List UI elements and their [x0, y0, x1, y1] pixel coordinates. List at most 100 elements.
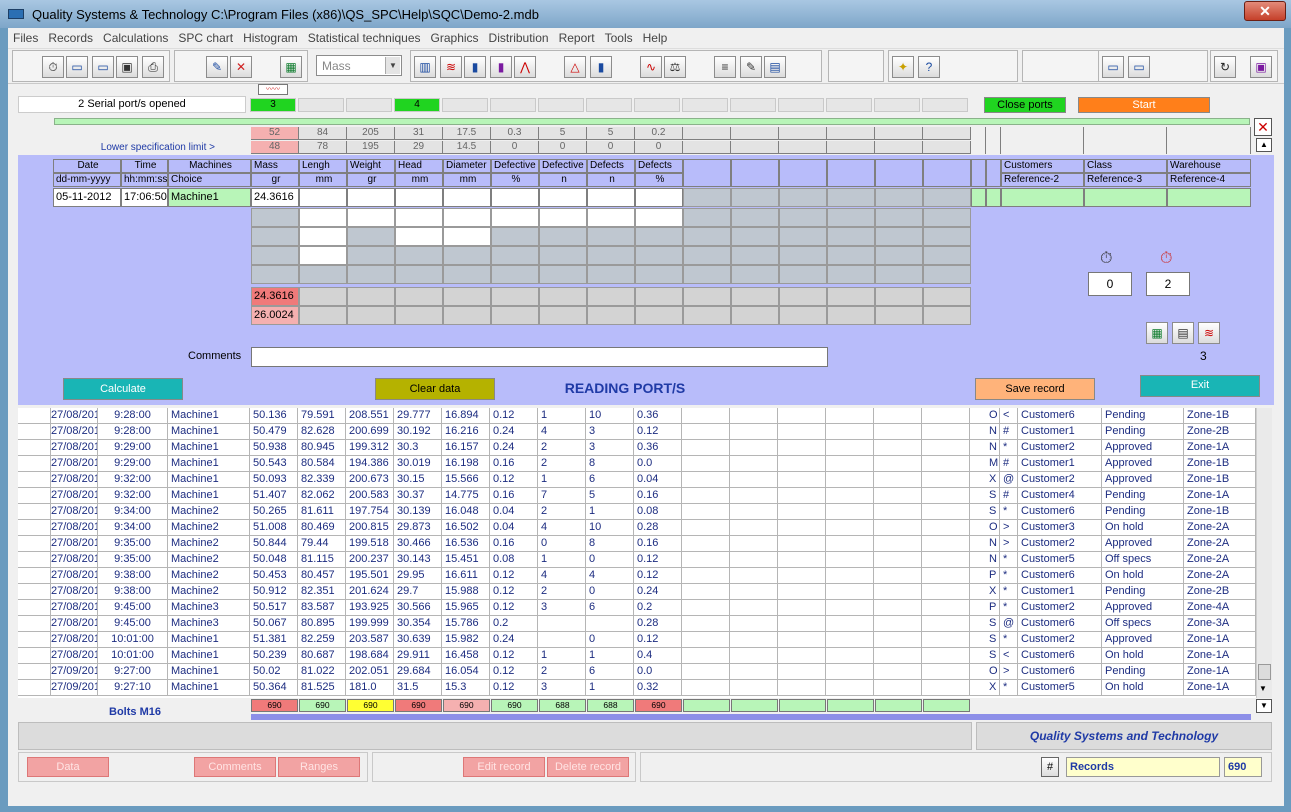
table-row[interactable]: 27/08/20119:34:00Machine251.00880.469200… — [18, 520, 1256, 536]
exit-button[interactable]: Exit — [1140, 375, 1260, 397]
report-icon[interactable]: ▤ — [764, 56, 786, 78]
control-chart-icon[interactable]: ≋ — [440, 56, 462, 78]
row-selector[interactable] — [18, 632, 51, 648]
menu-report[interactable]: Report — [554, 28, 600, 45]
measurement-input[interactable] — [347, 188, 395, 207]
row-selector[interactable] — [18, 424, 51, 440]
histogram-spec-icon[interactable]: ▮ — [490, 56, 512, 78]
measurement-input[interactable] — [443, 227, 491, 246]
measurement-input[interactable] — [395, 208, 443, 227]
row-selector[interactable] — [18, 520, 51, 536]
machine-select[interactable]: Machine1 — [168, 188, 251, 207]
time-field[interactable]: 17:06:50 — [121, 188, 168, 207]
menu-tools[interactable]: Tools — [600, 28, 638, 45]
delete-x-icon[interactable]: ✕ — [230, 56, 252, 78]
table-vertical-scrollbar[interactable]: ▼ — [1256, 408, 1272, 698]
measurement-input[interactable] — [491, 188, 539, 207]
row-selector[interactable] — [18, 536, 51, 552]
stopwatch-icon[interactable]: ⏱ — [42, 56, 64, 78]
lightbulb-icon[interactable]: ✦ — [892, 56, 914, 78]
measurement-input[interactable] — [443, 208, 491, 227]
start-button[interactable]: Start — [1078, 97, 1210, 113]
printer-icon[interactable]: ⎙ — [142, 56, 164, 78]
row-selector[interactable] — [18, 456, 51, 472]
menu-distribution[interactable]: Distribution — [484, 28, 554, 45]
bar-chart-icon[interactable]: ▮ — [590, 56, 612, 78]
collapse-up-icon[interactable]: ▲ — [1256, 138, 1272, 152]
measurement-input[interactable] — [635, 188, 683, 207]
clear-data-button[interactable]: Clear data — [375, 378, 495, 400]
menu-help[interactable]: Help — [638, 28, 673, 45]
table-row[interactable]: 27/08/20119:28:00Machine150.13679.591208… — [18, 408, 1256, 424]
row-selector[interactable] — [18, 648, 51, 664]
table-row[interactable]: 27/08/20119:28:00Machine150.47982.628200… — [18, 424, 1256, 440]
row-selector[interactable] — [18, 616, 51, 632]
row-selector[interactable] — [18, 584, 51, 600]
comments-input[interactable] — [251, 347, 828, 367]
row-selector[interactable] — [18, 408, 51, 424]
table-row[interactable]: 27/08/20119:38:00Machine250.45380.457195… — [18, 568, 1256, 584]
reference-input[interactable] — [986, 188, 1001, 207]
date-field[interactable]: 05-11-2012 — [53, 188, 121, 207]
serial-port-icon[interactable]: ▭ — [66, 56, 88, 78]
table-row[interactable]: 27/08/20119:29:00Machine150.54380.584194… — [18, 456, 1256, 472]
table-row[interactable]: 27/08/20119:32:00Machine150.09382.339200… — [18, 472, 1256, 488]
window-close-button[interactable]: ✕ — [1244, 1, 1286, 21]
table-row[interactable]: 27/08/20119:35:00Machine250.84479.44199.… — [18, 536, 1256, 552]
timer-1-field[interactable]: 0 — [1088, 272, 1132, 296]
measurement-input[interactable] — [299, 188, 347, 207]
measurement-input[interactable] — [539, 208, 587, 227]
data-button[interactable]: Data — [27, 757, 109, 777]
monitor-icon[interactable]: ▭ — [1102, 56, 1124, 78]
normal-curve-icon[interactable]: ⋀ — [514, 56, 536, 78]
row-selector[interactable] — [18, 504, 51, 520]
table-row[interactable]: 27/08/20119:38:00Machine250.91282.351201… — [18, 584, 1256, 600]
chart-settings-icon[interactable]: ≡ — [714, 56, 736, 78]
row-selector[interactable] — [18, 664, 51, 680]
measurement-input[interactable] — [587, 188, 635, 207]
reference-input[interactable] — [1084, 188, 1167, 207]
menu-records[interactable]: Records — [43, 28, 98, 45]
row-selector[interactable] — [18, 440, 51, 456]
chart-lines-icon[interactable]: ≋ — [1198, 322, 1220, 344]
panel-close-icon[interactable]: ✕ — [1254, 118, 1272, 136]
menu-spc-chart[interactable]: SPC chart — [173, 28, 238, 45]
exit-app-icon[interactable]: ▣ — [1250, 56, 1272, 78]
measurement-input[interactable] — [539, 188, 587, 207]
scrollbar-thumb[interactable] — [1258, 664, 1271, 680]
measurement-input[interactable] — [299, 227, 347, 246]
reference-input[interactable] — [971, 188, 986, 207]
chevron-down-icon[interactable]: ▼ — [385, 57, 400, 74]
menu-histogram[interactable]: Histogram — [238, 28, 303, 45]
excel-icon[interactable]: ▦ — [1146, 322, 1168, 344]
device-icon[interactable]: ▣ — [116, 56, 138, 78]
edit-record-button[interactable]: Edit record — [463, 757, 545, 777]
measurement-input[interactable] — [635, 208, 683, 227]
delete-record-button[interactable]: Delete record — [547, 757, 629, 777]
ranges-button[interactable]: Ranges — [278, 757, 360, 777]
measurement-input[interactable] — [299, 246, 347, 265]
expand-down-icon[interactable]: ▼ — [1256, 699, 1272, 713]
measurement-input[interactable] — [395, 188, 443, 207]
balance-icon[interactable]: ⚖ — [664, 56, 686, 78]
reference-input[interactable] — [1167, 188, 1251, 207]
table-row[interactable]: 27/08/20119:29:00Machine150.93880.945199… — [18, 440, 1256, 456]
row-selector[interactable] — [18, 680, 51, 696]
pencil-icon[interactable]: ✎ — [206, 56, 228, 78]
table-row[interactable]: 27/09/20119:27:10Machine150.36481.525181… — [18, 680, 1256, 696]
table-row[interactable]: 27/08/20119:45:00Machine350.06780.895199… — [18, 616, 1256, 632]
edit-form-icon[interactable]: ✎ — [740, 56, 762, 78]
row-selector[interactable] — [18, 488, 51, 504]
table-row[interactable]: 27/09/20119:27:00Machine150.0281.022202.… — [18, 664, 1256, 680]
save-record-button[interactable]: Save record — [975, 378, 1095, 400]
monitor-2-icon[interactable]: ▭ — [1128, 56, 1150, 78]
measurement-input[interactable] — [347, 208, 395, 227]
close-ports-button[interactable]: Close ports — [984, 97, 1066, 113]
help-pointer-icon[interactable]: ? — [918, 56, 940, 78]
calculate-button[interactable]: Calculate — [63, 378, 183, 400]
row-selector[interactable] — [18, 600, 51, 616]
table-row[interactable]: 27/08/20119:45:00Machine350.51783.587193… — [18, 600, 1256, 616]
mass-input[interactable]: 24.3616 — [251, 188, 299, 207]
reference-input[interactable] — [1001, 188, 1084, 207]
menu-statistical-techniques[interactable]: Statistical techniques — [303, 28, 426, 45]
